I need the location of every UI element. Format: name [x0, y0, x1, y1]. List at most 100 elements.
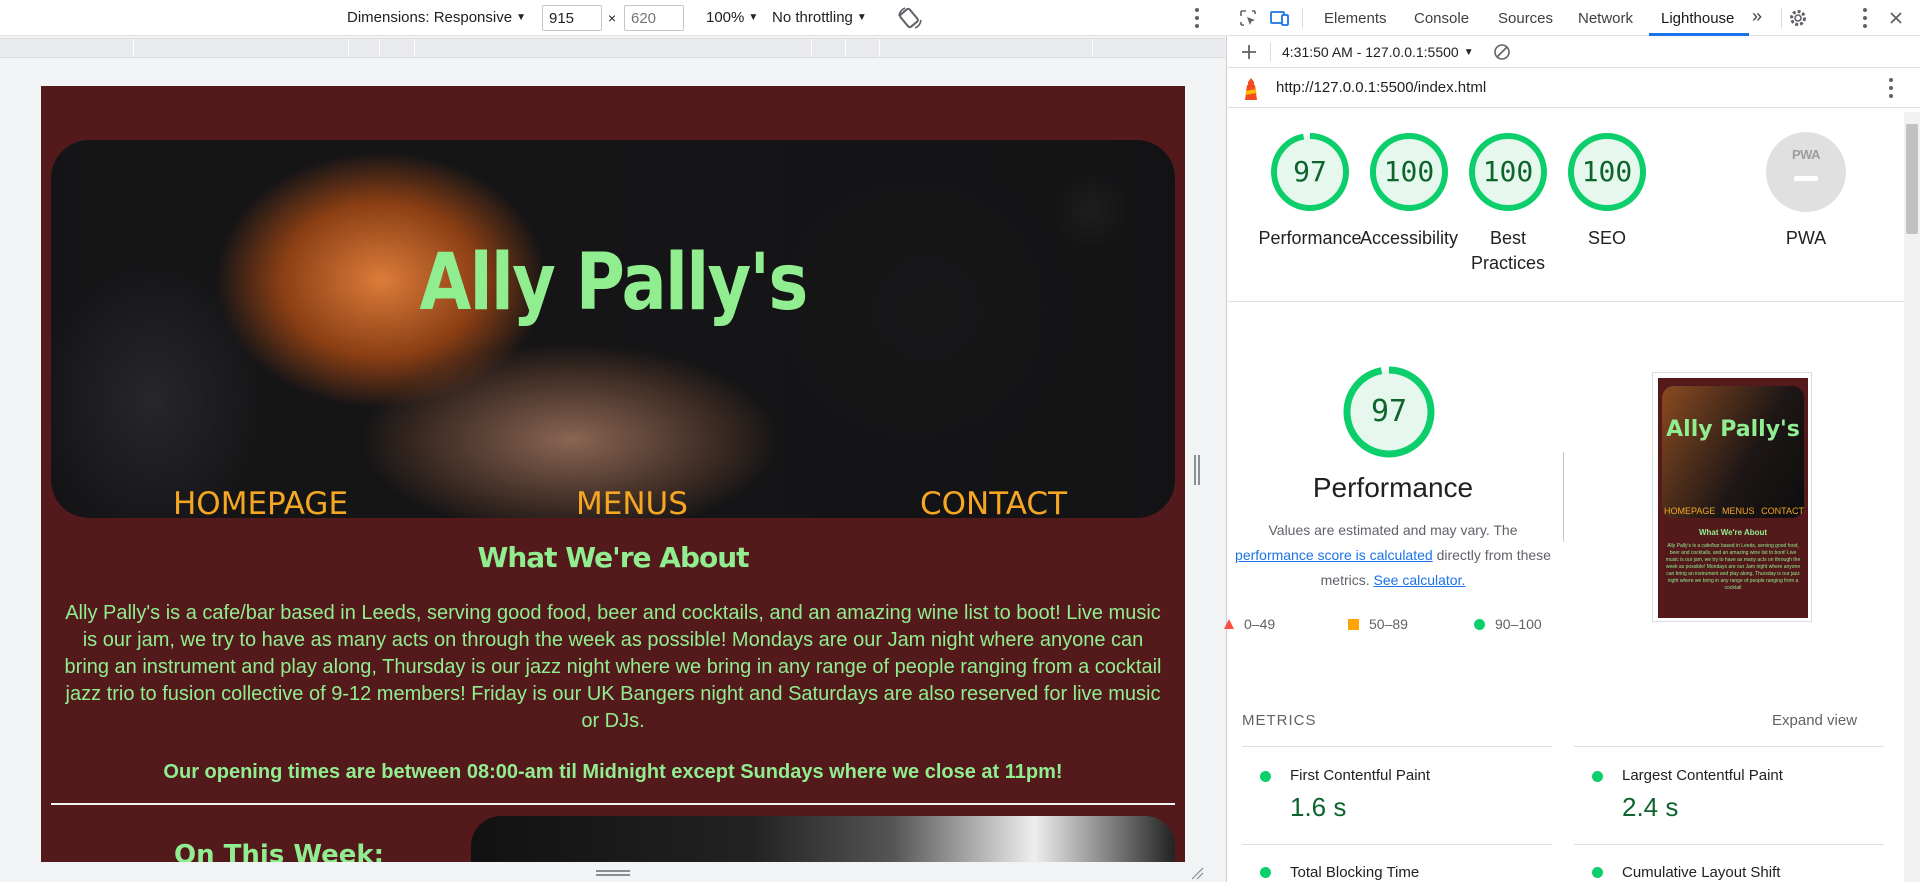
- average-square-icon: [1348, 618, 1359, 630]
- detail-divider: [1563, 452, 1564, 542]
- lighthouse-url-bar: http://127.0.0.1:5500/index.html: [1228, 68, 1920, 108]
- report-select-value: 4:31:50 AM - 127.0.0.1:5500: [1282, 44, 1459, 60]
- scrollbar-thumb[interactable]: [1906, 124, 1918, 234]
- thumbnail-nav: HOMEPAGE MENUS CONTACT: [1664, 506, 1804, 516]
- tab-sources[interactable]: Sources: [1498, 10, 1553, 27]
- score-gauge[interactable]: 100: [1567, 132, 1647, 212]
- metric-tbt-label: Total Blocking Time: [1290, 864, 1420, 881]
- tab-console[interactable]: Console: [1414, 10, 1469, 27]
- opening-hours: Our opening times are between 08:00-am t…: [163, 761, 1063, 783]
- fail-triangle-icon: [1224, 619, 1234, 629]
- inspect-element-icon[interactable]: [1238, 8, 1258, 28]
- website-render: Ally Pally's HOMEPAGE MENUS CONTACT What…: [41, 86, 1185, 862]
- report-more-icon[interactable]: [1888, 78, 1894, 98]
- site-title: Ally Pally's: [419, 238, 808, 328]
- times-symbol: ×: [608, 10, 617, 26]
- dimensions-dropdown[interactable]: Dimensions: Responsive ▼: [347, 9, 526, 26]
- throttling-value: No throttling: [772, 9, 853, 26]
- score-calculated-link[interactable]: performance score is calculated: [1235, 547, 1433, 563]
- metric-cls-label: Cumulative Layout Shift: [1622, 864, 1781, 881]
- devtools-more-icon[interactable]: [1862, 8, 1868, 28]
- caret-down-icon: ▼: [748, 12, 759, 23]
- performance-detail-title: Performance: [1312, 472, 1474, 503]
- rotate-icon[interactable]: [897, 6, 923, 30]
- throttling-dropdown[interactable]: No throttling ▼: [772, 9, 867, 26]
- more-tabs-icon[interactable]: »: [1752, 6, 1762, 27]
- tab-network[interactable]: Network: [1578, 10, 1633, 27]
- score-gauge[interactable]: 100: [1369, 132, 1449, 212]
- summary-divider: [1228, 301, 1904, 302]
- report-select[interactable]: 4:31:50 AM - 127.0.0.1:5500 ▼: [1282, 44, 1474, 60]
- hero-banner-image: Ally Pally's HOMEPAGE MENUS CONTACT: [51, 140, 1175, 518]
- nav-link-homepage[interactable]: HOMEPAGE: [173, 486, 348, 518]
- caret-down-icon: ▼: [856, 12, 867, 23]
- legend-fail: 0–49: [1224, 616, 1275, 632]
- zoom-dropdown[interactable]: 100% ▼: [706, 9, 758, 26]
- thumbnail-title: Ally Pally's: [1666, 417, 1800, 442]
- score-gauge-value: 100: [1581, 155, 1633, 188]
- device-toolbar-more-icon[interactable]: [1194, 8, 1200, 28]
- zoom-value: 100%: [706, 9, 745, 26]
- metric-lcp-label: Largest Contentful Paint: [1622, 767, 1783, 784]
- devtools-panel: Elements Console Sources Network Lightho…: [1224, 0, 1920, 882]
- audited-url: http://127.0.0.1:5500/index.html: [1276, 79, 1487, 96]
- lighthouse-logo-icon: [1245, 78, 1257, 100]
- metric-pass-dot: [1592, 771, 1603, 782]
- metric-fcp-label: First Contentful Paint: [1290, 767, 1431, 784]
- final-screenshot-thumbnail[interactable]: Ally Pally's HOMEPAGE MENUS CONTACT What…: [1652, 372, 1812, 622]
- performance-description: Values are estimated and may vary. The p…: [1235, 522, 1551, 588]
- caret-down-icon: ▼: [1463, 46, 1474, 58]
- thumbnail-subtitle: What We're About: [1698, 528, 1768, 537]
- score-gauge-value: 100: [1383, 155, 1435, 188]
- see-calculator-link[interactable]: See calculator.: [1374, 572, 1466, 588]
- on-this-week-image: [471, 816, 1175, 862]
- score-gauge-value: 100: [1482, 155, 1534, 188]
- device-toolbar: Dimensions: Responsive ▼ × 100% ▼ No thr…: [0, 0, 1227, 36]
- thumbnail-body: Ally Pally's is a cafe/bar based in Leed…: [1665, 543, 1801, 591]
- pass-circle-icon: [1474, 618, 1485, 630]
- performance-detail-score: 97: [1370, 394, 1408, 429]
- score-label-pwa: PWA: [1785, 228, 1827, 248]
- about-paragraph: Ally Pally's is a cafe/bar based in Leed…: [64, 602, 1162, 732]
- score-label-best-practices: Best Practices: [1470, 228, 1546, 273]
- device-viewport-pane: Dimensions: Responsive ▼ × 100% ▼ No thr…: [0, 0, 1227, 882]
- close-devtools-icon[interactable]: [1886, 8, 1906, 28]
- caret-down-icon: ▼: [516, 12, 526, 23]
- resize-corner-icon[interactable]: [1190, 866, 1204, 880]
- score-gauge[interactable]: 100: [1468, 132, 1548, 212]
- nav-link-contact[interactable]: CONTACT: [920, 486, 1067, 518]
- viewport-width-input[interactable]: [542, 5, 602, 31]
- section-divider: [51, 803, 1175, 805]
- media-query-ruler[interactable]: [0, 38, 1225, 58]
- viewport-height-input[interactable]: [624, 5, 684, 31]
- resize-handle-bottom[interactable]: [596, 870, 630, 876]
- metric-pass-dot: [1260, 867, 1271, 878]
- pwa-badge[interactable]: PWA: [1766, 132, 1846, 212]
- settings-gear-icon[interactable]: [1788, 8, 1808, 28]
- add-report-icon[interactable]: [1240, 43, 1258, 61]
- expand-view-toggle[interactable]: Expand view: [1772, 712, 1857, 729]
- metric-fcp-value: 1.6 s: [1290, 792, 1347, 822]
- metric-lcp-value: 2.4 s: [1622, 792, 1679, 822]
- lighthouse-report-bar: 4:31:50 AM - 127.0.0.1:5500 ▼: [1228, 36, 1920, 68]
- score-label-accessibility: Accessibility: [1359, 228, 1459, 248]
- legend-average: 50–89: [1348, 616, 1408, 632]
- tab-elements[interactable]: Elements: [1324, 10, 1387, 27]
- score-gauge-value: 97: [1293, 155, 1327, 188]
- resize-handle-right[interactable]: [1194, 455, 1202, 485]
- dimensions-label: Dimensions: Responsive: [347, 9, 513, 26]
- on-this-week-heading: On This Week:: [174, 840, 385, 862]
- pwa-badge-text: PWA: [1791, 147, 1821, 162]
- score-label-seo: SEO: [1587, 228, 1626, 248]
- score-gauge[interactable]: 97: [1270, 132, 1350, 212]
- nav-link-menus[interactable]: MENUS: [576, 486, 688, 518]
- metric-pass-dot: [1260, 771, 1271, 782]
- metrics-heading: METRICS: [1242, 712, 1317, 729]
- device-toolbar-toggle-icon[interactable]: [1270, 8, 1290, 28]
- clear-reports-icon[interactable]: [1493, 43, 1511, 61]
- devtools-tabbar: Elements Console Sources Network Lightho…: [1228, 0, 1920, 36]
- tab-lighthouse[interactable]: Lighthouse: [1661, 10, 1734, 27]
- thumbnail-page: Ally Pally's HOMEPAGE MENUS CONTACT What…: [1658, 378, 1808, 618]
- legend-pass: 90–100: [1474, 616, 1542, 632]
- about-heading: What We're About: [477, 541, 749, 574]
